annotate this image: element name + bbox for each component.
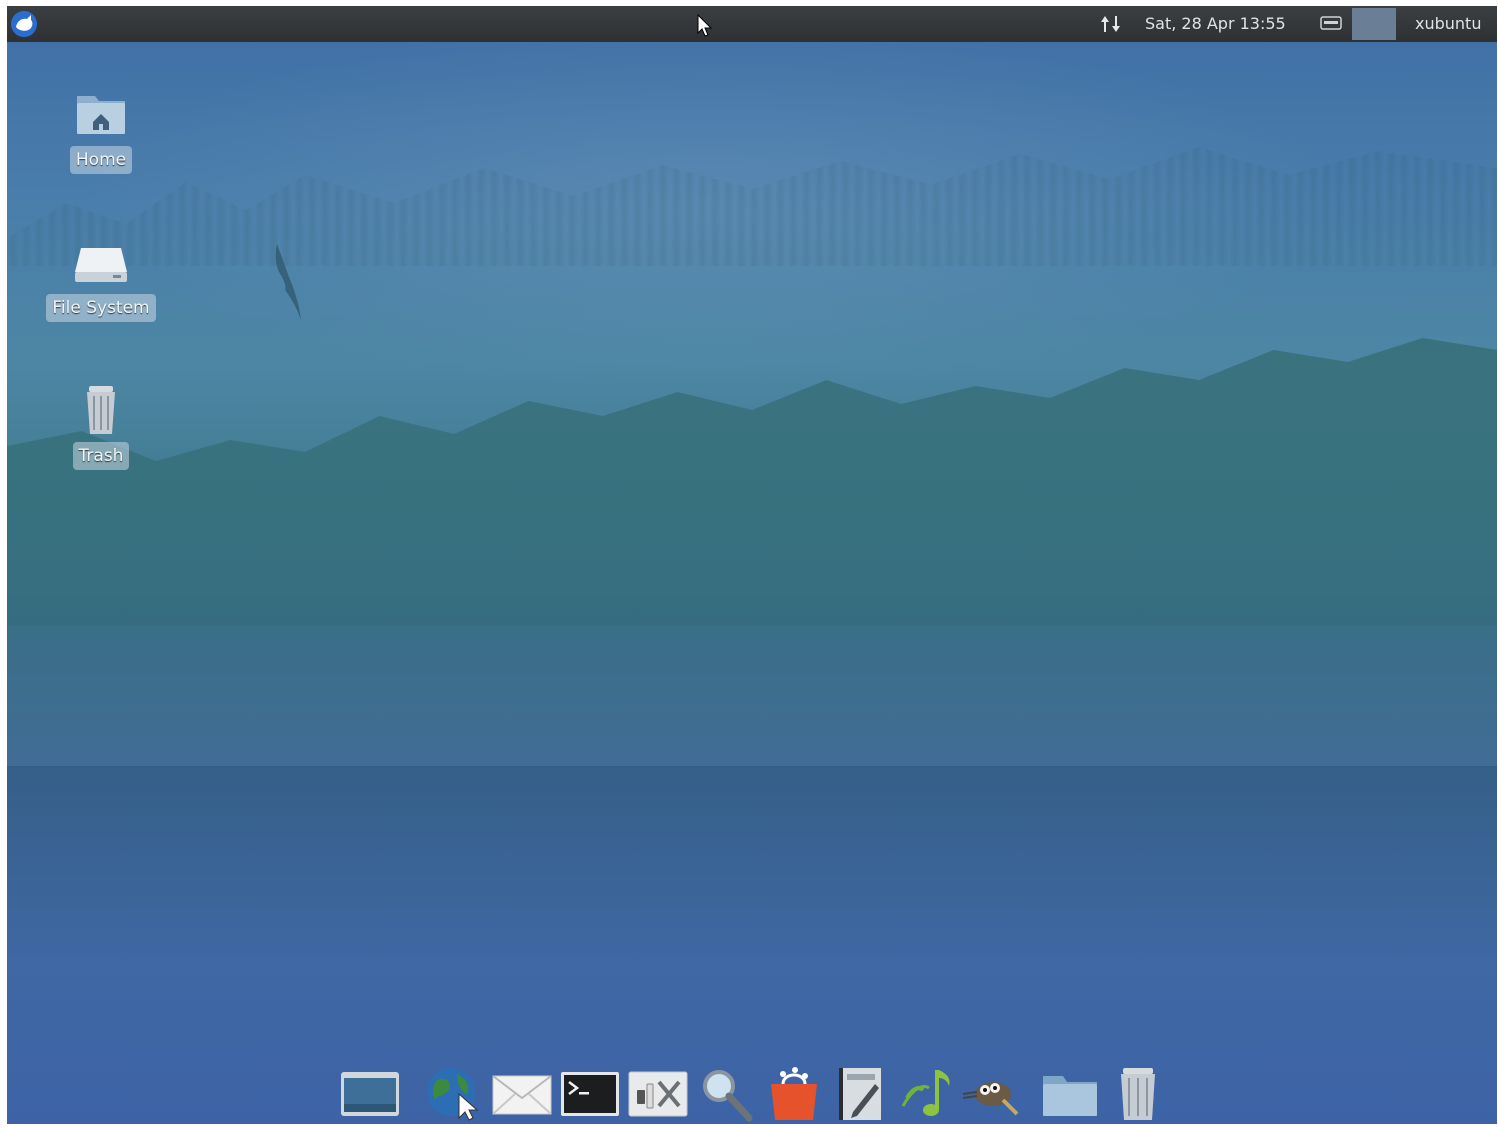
file-manager-icon xyxy=(1043,1076,1097,1116)
software-center-icon xyxy=(771,1067,817,1120)
trash-icon xyxy=(1121,1068,1155,1120)
desktop-icon-file-system[interactable]: File System xyxy=(31,234,171,322)
music-player-icon xyxy=(901,1070,950,1116)
dock-text-editor[interactable] xyxy=(831,1064,893,1122)
xfce-mouse-icon xyxy=(11,11,37,37)
top-panel: Sat, 28 Apr 13:55 xubuntu xyxy=(7,6,1497,42)
dock-settings-manager[interactable] xyxy=(627,1064,689,1122)
keyboard-icon[interactable] xyxy=(1320,16,1342,30)
drive-icon xyxy=(71,234,131,290)
dock-app-finder[interactable] xyxy=(695,1064,757,1122)
network-icon[interactable] xyxy=(1099,14,1123,34)
settings-manager-icon xyxy=(628,1071,688,1117)
desktop-icon-label: Trash xyxy=(72,442,130,470)
user-menu[interactable]: xubuntu xyxy=(1415,6,1481,42)
desktop-icon-home[interactable]: Home xyxy=(31,86,171,174)
dock-music-player[interactable] xyxy=(899,1064,961,1122)
workspace-switcher[interactable] xyxy=(1352,8,1396,40)
web-browser-icon xyxy=(427,1068,479,1121)
show-desktop-icon xyxy=(341,1072,399,1116)
dock-software-center[interactable] xyxy=(763,1064,825,1122)
wallpaper-bird xyxy=(275,244,301,320)
clock[interactable]: Sat, 28 Apr 13:55 xyxy=(1145,6,1286,42)
desktop[interactable]: Sat, 28 Apr 13:55 xubuntu Home File Syst… xyxy=(7,6,1497,1124)
app-finder-search-icon xyxy=(703,1070,753,1122)
home-folder-icon xyxy=(71,86,131,142)
dock-image-editor[interactable] xyxy=(959,1064,1021,1122)
terminal-icon xyxy=(561,1072,619,1116)
mail-icon xyxy=(492,1075,552,1115)
wallpaper-water xyxy=(7,766,1497,966)
mouse-pointer-icon xyxy=(697,14,713,37)
desktop-icon-label: File System xyxy=(46,294,156,322)
image-editor-icon xyxy=(962,1082,1019,1116)
trash-icon xyxy=(71,382,131,438)
dock-file-manager[interactable] xyxy=(1039,1064,1101,1122)
desktop-icon-label: Home xyxy=(69,146,133,174)
dock-web-browser[interactable] xyxy=(423,1064,485,1122)
dock-terminal[interactable] xyxy=(559,1064,621,1122)
dock-show-desktop[interactable] xyxy=(339,1064,401,1122)
dock xyxy=(337,1060,1167,1124)
dock-trash[interactable] xyxy=(1107,1064,1169,1122)
wallpaper-back-trees xyxy=(7,147,1497,266)
dock-mail[interactable] xyxy=(491,1064,553,1122)
whisker-menu-button[interactable] xyxy=(9,9,39,39)
wallpaper-front-trees xyxy=(7,338,1497,626)
text-editor-icon xyxy=(839,1068,881,1120)
desktop-icon-trash[interactable]: Trash xyxy=(31,382,171,470)
